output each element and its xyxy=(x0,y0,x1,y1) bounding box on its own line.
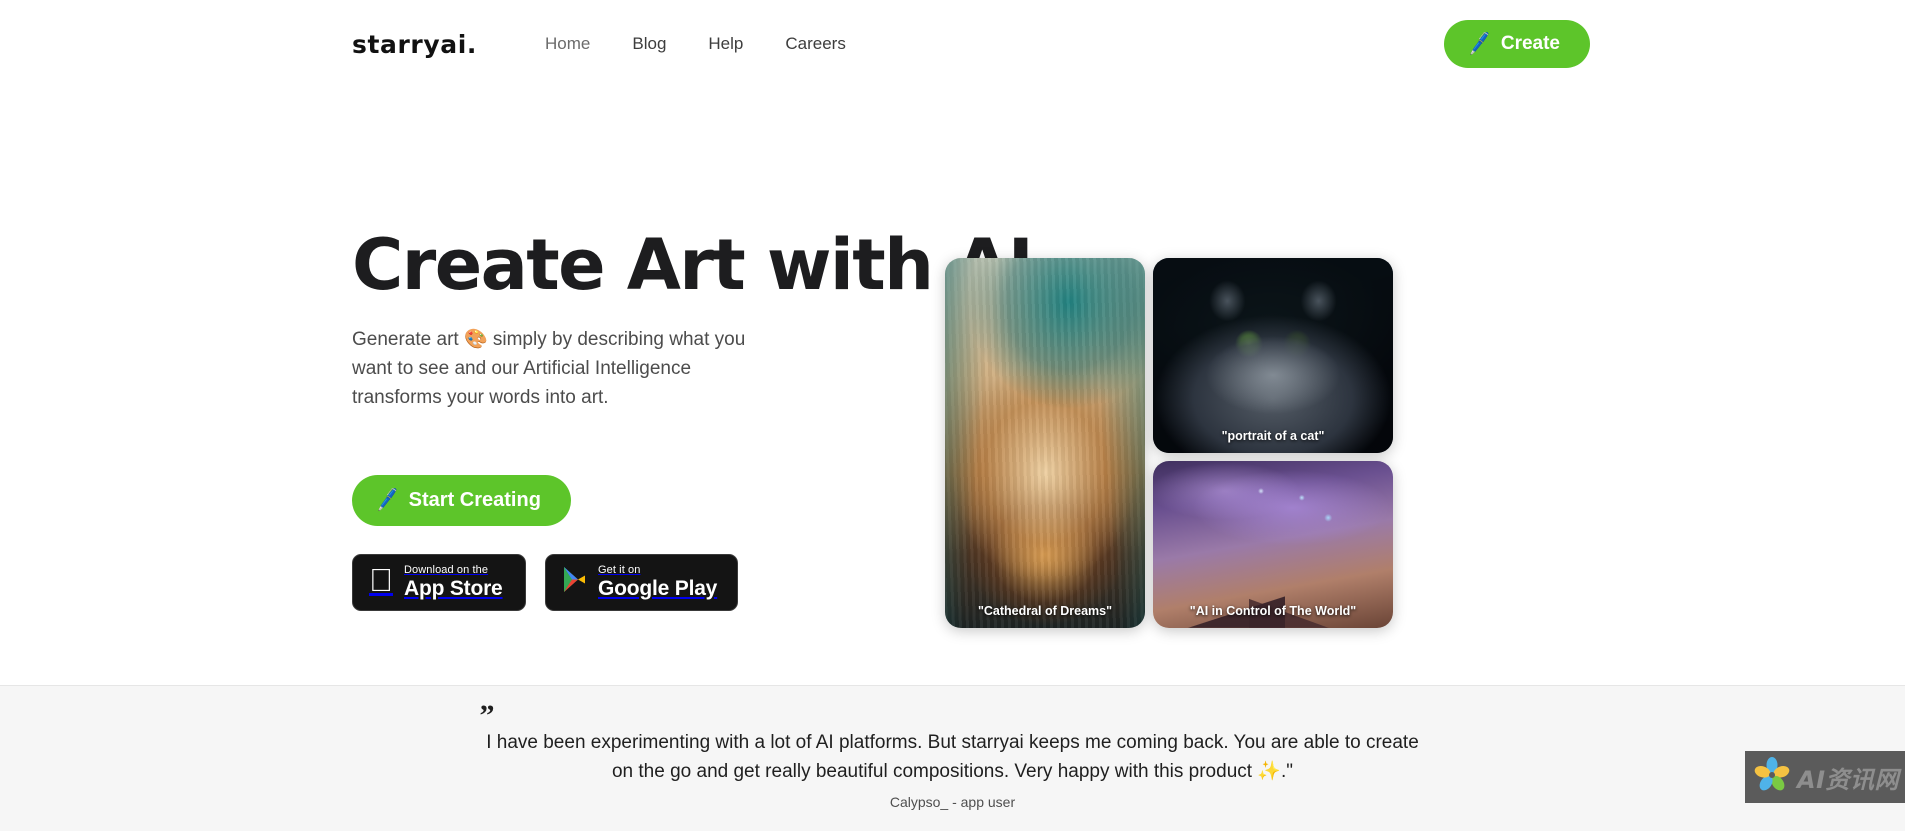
cathedral-artwork-image xyxy=(945,258,1145,628)
testimonial-author: Calypso_ - app user xyxy=(889,794,1016,810)
app-store-badge-large: App Store xyxy=(380,577,503,601)
apple-icon:  xyxy=(369,564,393,596)
watermark: AI资讯网 xyxy=(1745,751,1905,803)
page-title: Create Art with AI xyxy=(352,224,1034,306)
hero-section: Create Art with AI Generate art 🎨 simply… xyxy=(0,88,1905,685)
google-play-badge-text: Get it on Google Play xyxy=(598,563,718,601)
gallery-caption-cat: "portrait of a cat" xyxy=(1221,429,1325,443)
google-play-badge-small: Get it on xyxy=(598,563,641,576)
hero-copy: Create Art with AI Generate art 🎨 simply… xyxy=(0,148,1034,612)
main-nav: Home Blog Help Careers xyxy=(545,34,846,54)
flower-logo-icon xyxy=(1753,756,1791,799)
watermark-text: AI资讯网 xyxy=(1797,765,1900,794)
app-store-badge[interactable]:  Download on the App Store xyxy=(352,553,526,612)
pencil-icon: 🖊️ xyxy=(374,488,402,513)
hero-gallery-wrap: "Cathedral of Dreams" "portrait of a cat… xyxy=(760,148,1905,628)
gallery-right-column: "portrait of a cat" "AI in Control of Th… xyxy=(1153,258,1393,628)
brand-logo[interactable]: starryai. xyxy=(352,30,477,59)
brand-name: starryai xyxy=(352,29,467,59)
google-play-badge[interactable]: Get it on Google Play xyxy=(545,553,739,612)
start-creating-button[interactable]: 🖊️ Start Creating xyxy=(352,474,571,526)
site-header: starryai. Home Blog Help Careers 🖊️ Crea… xyxy=(0,0,1905,88)
testimonial-section: ” I have been experimenting with a lot o… xyxy=(0,685,1905,831)
nav-link-home[interactable]: Home xyxy=(545,34,590,54)
gallery-caption-cosmic: "AI in Control of The World" xyxy=(1189,604,1357,618)
app-store-badge-small: Download on the xyxy=(380,563,488,576)
store-badges:  Download on the App Store xyxy=(352,553,760,612)
google-play-icon xyxy=(562,566,587,598)
gallery-card-cathedral[interactable]: "Cathedral of Dreams" xyxy=(945,258,1145,628)
gallery-card-cosmic[interactable]: "AI in Control of The World" xyxy=(1153,461,1393,628)
create-button-label: Create xyxy=(1500,33,1560,54)
hero-subtitle: Generate art 🎨 simply by describing what… xyxy=(352,329,746,408)
nav-link-help[interactable]: Help xyxy=(708,34,743,54)
gallery: "Cathedral of Dreams" "portrait of a cat… xyxy=(945,258,1435,628)
cosmic-artwork-image xyxy=(1153,461,1393,628)
nav-link-blog[interactable]: Blog xyxy=(632,34,666,54)
app-store-badge-text: Download on the App Store xyxy=(380,563,503,601)
start-creating-label: Start Creating xyxy=(408,488,541,511)
google-play-badge-large: Google Play xyxy=(598,577,718,601)
quote-mark-icon: ” xyxy=(479,699,495,732)
brand-dot: . xyxy=(466,29,478,59)
nav-link-careers[interactable]: Careers xyxy=(785,34,845,54)
pencil-icon: 🖊️ xyxy=(1466,31,1494,57)
testimonial-quote: I have been experimenting with a lot of … xyxy=(486,732,1419,782)
cat-artwork-image xyxy=(1153,258,1393,453)
gallery-card-cat[interactable]: "portrait of a cat" xyxy=(1153,258,1393,453)
hero-actions: 🖊️ Start Creating  Download on the App … xyxy=(352,474,760,612)
create-button[interactable]: 🖊️ Create xyxy=(1444,20,1590,68)
gallery-caption-cathedral: "Cathedral of Dreams" xyxy=(977,604,1113,618)
